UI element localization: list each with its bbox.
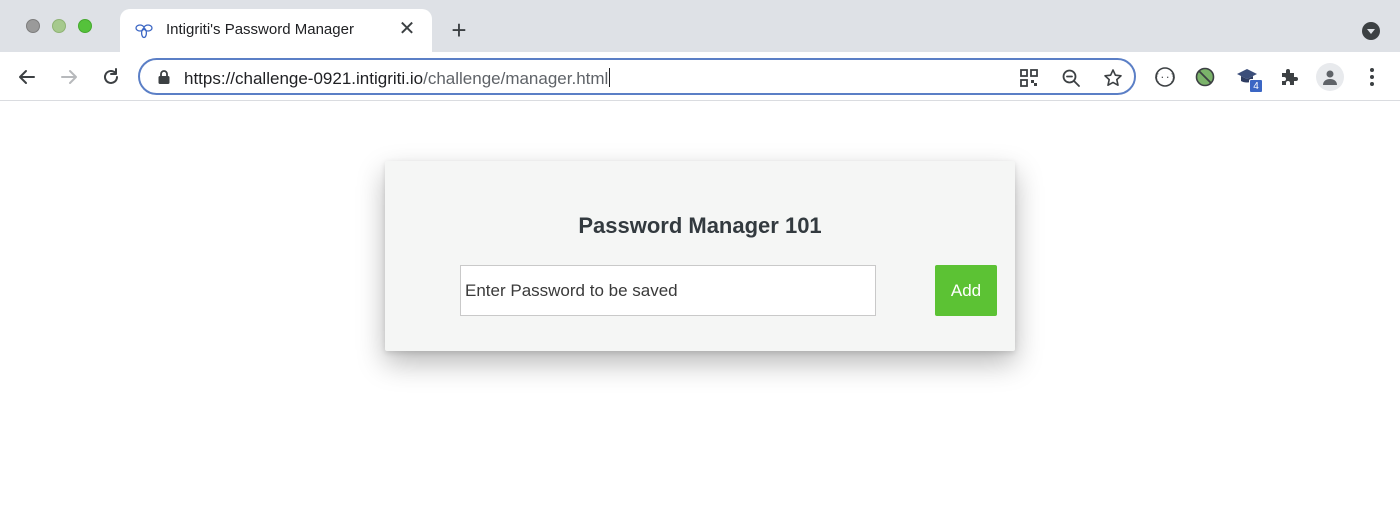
tab-title: Intigriti's Password Manager — [166, 21, 354, 38]
qr-code-icon[interactable] — [1018, 67, 1040, 89]
url-path: /challenge/manager.html — [423, 69, 609, 88]
svg-text:{··}: {··} — [1154, 74, 1176, 84]
forward-button[interactable] — [56, 64, 82, 90]
reload-icon — [104, 68, 118, 84]
add-button[interactable]: Add — [935, 265, 997, 316]
page-title: Password Manager 101 — [578, 213, 822, 238]
profile-avatar-icon[interactable] — [1316, 63, 1344, 91]
url-text[interactable]: https://challenge-0921.intigriti.io/chal… — [184, 68, 611, 89]
new-tab-button[interactable]: + — [446, 17, 472, 44]
close-window-button[interactable] — [26, 19, 40, 33]
active-tab[interactable]: Intigriti's Password Manager ✕ — [120, 9, 432, 52]
browser-toolbar: https://challenge-0921.intigriti.io/chal… — [0, 52, 1400, 101]
json-viewer-extension-icon[interactable]: {··} — [1152, 64, 1178, 90]
password-input[interactable] — [460, 265, 876, 316]
tab-search-icon[interactable] — [1362, 22, 1380, 40]
lock-icon[interactable] — [157, 69, 171, 85]
reload-button[interactable] — [98, 64, 124, 90]
back-arrow-icon — [19, 70, 35, 84]
text-cursor — [609, 68, 611, 87]
extension-badge: 4 — [1249, 79, 1263, 93]
address-bar[interactable]: https://challenge-0921.intigriti.io/chal… — [138, 58, 1136, 95]
blocked-extension-icon[interactable] — [1192, 64, 1218, 90]
minimize-window-button[interactable] — [52, 19, 66, 33]
extensions-puzzle-icon[interactable] — [1276, 64, 1302, 90]
browser-menu-icon[interactable] — [1360, 64, 1384, 90]
password-manager-card: Password Manager 101 Add — [385, 161, 1015, 351]
bee-logo-icon — [135, 24, 153, 39]
bookmark-star-icon[interactable] — [1102, 67, 1124, 89]
url-host: https://challenge-0921.intigriti.io — [184, 69, 424, 88]
zoom-icon[interactable] — [1060, 67, 1082, 89]
tab-strip: Intigriti's Password Manager ✕ + — [0, 0, 1400, 52]
maximize-window-button[interactable] — [78, 19, 92, 33]
back-button[interactable] — [14, 64, 40, 90]
close-tab-icon[interactable]: ✕ — [396, 18, 418, 40]
graduation-cap-extension-icon[interactable]: 4 — [1234, 64, 1263, 93]
forward-arrow-icon — [61, 70, 77, 84]
